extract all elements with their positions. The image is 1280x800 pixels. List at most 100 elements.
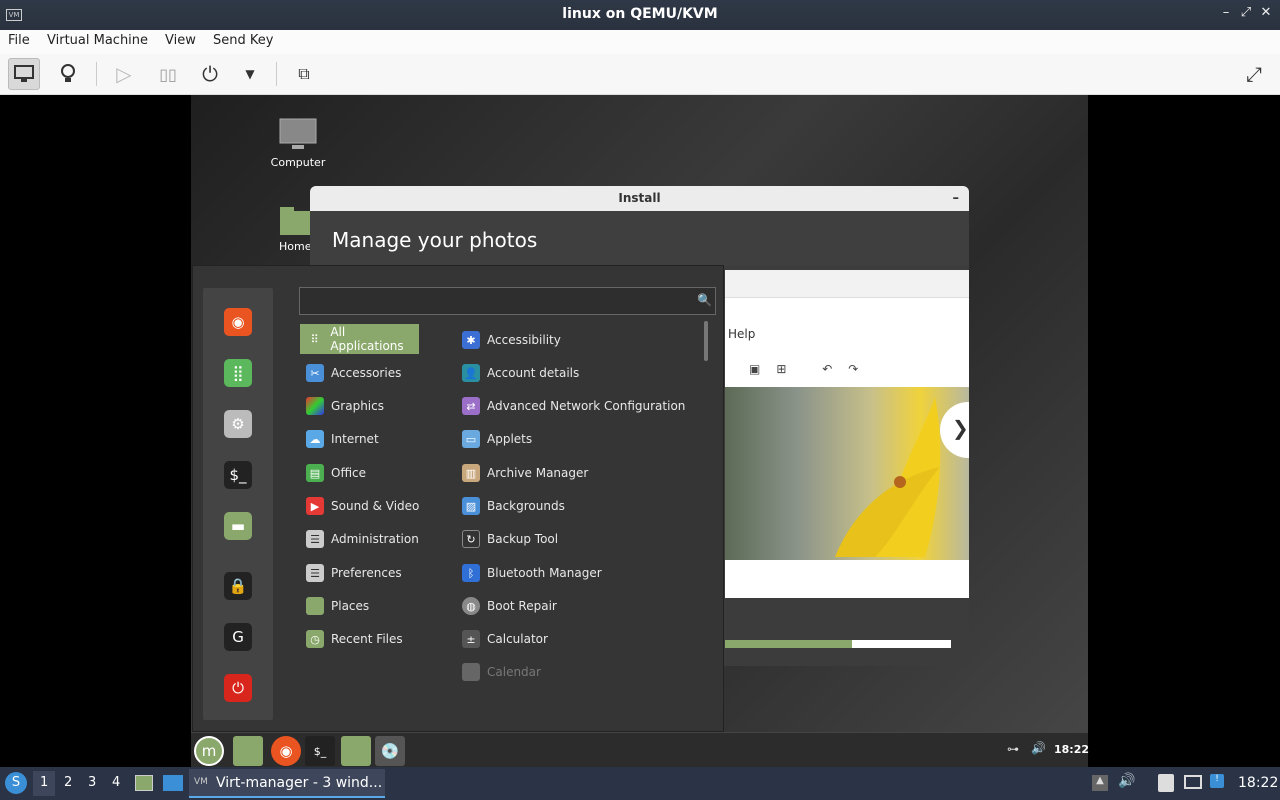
workspace-3[interactable]: 3 [88,775,96,790]
monitor-icon[interactable] [8,58,40,90]
install-progress-fill [725,640,852,648]
show-desktop-icon[interactable] [163,775,183,791]
desktop-icon-label: Computer [270,156,326,169]
menu-search-input[interactable] [299,287,716,315]
window-title: linux on QEMU/KVM [562,6,718,22]
category-internet[interactable]: ☁ Internet [306,424,379,454]
dropdown-icon[interactable]: ▼ [234,58,266,90]
workspace-2[interactable]: 2 [64,775,72,790]
maximize-button[interactable]: ⤢ [1237,5,1255,20]
vm-panel: m ◉ $_ 💿 ⊶ 🔊 18:22 [191,732,1089,767]
app-backup-tool[interactable]: ↻ Backup Tool [462,524,558,554]
app-calendar[interactable]: Calendar [462,657,541,687]
app-calculator[interactable]: ± Calculator [462,624,548,654]
category-places[interactable]: Places [306,591,369,621]
panel-terminal-icon[interactable]: $_ [305,736,335,766]
menu-virtual-machine[interactable]: Virtual Machine [47,33,148,48]
desktop-icon-computer[interactable]: Computer [263,117,333,169]
app-bluetooth-manager[interactable]: ᛒ Bluetooth Manager [462,558,602,588]
sound-video-icon: ▶ [306,497,324,515]
shutdown-icon[interactable]: ⏻ [224,674,252,702]
category-recent-files[interactable]: ◷ Recent Files [306,624,403,654]
taskbar-window-virt-manager[interactable]: VM Virt-manager - 3 wind... [189,769,385,798]
accessibility-icon: ✱ [462,331,480,349]
category-accessories[interactable]: ✂ Accessories [306,358,401,388]
install-heading: Manage your photos [310,211,969,266]
category-preferences[interactable]: ☰ Preferences [306,558,402,588]
software-manager-icon[interactable]: ⣿ [224,359,252,387]
panel-folder-icon[interactable] [341,736,371,766]
network-icon: ⇄ [462,397,480,415]
calculator-icon: ± [462,630,480,648]
firefox-icon[interactable]: ◉ [224,308,252,336]
menu-view[interactable]: View [165,33,196,48]
panel-volume-icon[interactable]: 🔊 [1031,741,1046,755]
app-backgrounds[interactable]: ▨ Backgrounds [462,491,565,521]
places-folder-icon [306,597,324,615]
app-accessibility[interactable]: ✱ Accessibility [462,325,561,355]
taskbar-window-label: Virt-manager - 3 wind... [216,775,383,791]
menu-scrollbar[interactable] [704,321,708,361]
mint-menu-icon[interactable]: m [194,736,224,766]
viewer-menu-help: Help [728,327,756,341]
menubar: File Virtual Machine View Send Key [0,30,1280,54]
category-administration[interactable]: ☰ Administration [306,524,419,554]
toolbar: ▷ ▯▯ ⏻ ▼ ⧉ ⤢ [0,54,1280,95]
panel-files-icon[interactable] [233,736,263,766]
tray-display-icon[interactable] [1184,775,1202,789]
category-office[interactable]: ▤ Office [306,458,366,488]
workspace-1[interactable]: 1 [40,775,48,790]
logout-icon[interactable]: G [224,623,252,651]
minimize-button[interactable]: – [1217,5,1235,20]
internet-icon: ☁ [306,430,324,448]
lock-icon[interactable]: 🔒 [224,572,252,600]
app-archive-manager[interactable]: ▥ Archive Manager [462,458,588,488]
category-sound-video[interactable]: ▶ Sound & Video [306,491,419,521]
tray-expand-icon[interactable]: ▲ [1092,775,1108,791]
install-title: Install [618,191,661,205]
lily-photo [725,387,969,560]
tray-update-icon[interactable]: ! [1210,774,1224,788]
app-account-details[interactable]: 👤 Account details [462,358,579,388]
archive-icon: ▥ [462,464,480,482]
boot-repair-icon: ◍ [462,597,480,615]
menu-send-key[interactable]: Send Key [213,33,273,48]
category-all-applications[interactable]: ⠿ All Applications [300,324,419,354]
app-applets[interactable]: ▭ Applets [462,424,532,454]
administration-icon: ☰ [306,530,324,548]
pause-icon[interactable]: ▯▯ [152,58,184,90]
install-progress-bar [725,640,951,648]
panel-firefox-icon[interactable]: ◉ [271,736,301,766]
tray-clipboard-icon[interactable] [1158,774,1174,792]
menu-file[interactable]: File [8,33,30,48]
panel-network-icon[interactable]: ⊶ [1007,742,1019,756]
panel-clock[interactable]: 18:22 [1054,743,1089,756]
settings-icon[interactable]: ⚙ [224,410,252,438]
taskbar-clock[interactable]: 18:22 [1238,775,1278,791]
app-boot-repair[interactable]: ◍ Boot Repair [462,591,557,621]
panel-installer-disc-icon[interactable]: 💿 [375,736,405,766]
install-minimize-button[interactable]: – [953,186,960,211]
tray-volume-icon[interactable]: 🔊 [1118,773,1135,789]
taskbar-files-icon[interactable] [135,775,153,791]
category-graphics[interactable]: Graphics [306,391,384,421]
computer-icon [279,118,317,149]
accessories-icon: ✂ [306,364,324,382]
host-taskbar: S 1 2 3 4 VM Virt-manager - 3 wind... ▲ … [0,767,1280,800]
applets-icon: ▭ [462,430,480,448]
account-icon: 👤 [462,364,480,382]
screenshot-icon[interactable]: ⧉ [288,58,320,90]
play-icon[interactable]: ▷ [108,58,140,90]
grid-icon: ⠿ [310,332,319,346]
start-menu-icon[interactable]: S [5,772,27,794]
close-button[interactable]: ✕ [1257,5,1275,20]
power-icon[interactable]: ⏻ [194,58,226,90]
app-advanced-network[interactable]: ⇄ Advanced Network Configuration [462,391,685,421]
workspace-4[interactable]: 4 [112,775,120,790]
terminal-icon[interactable]: $_ [224,461,252,489]
lightbulb-icon[interactable] [52,58,84,90]
backup-icon: ↻ [462,530,480,548]
home-folder-icon [280,207,312,235]
files-icon[interactable]: ▬ [224,512,252,540]
fullscreen-icon[interactable]: ⤢ [1238,58,1270,90]
